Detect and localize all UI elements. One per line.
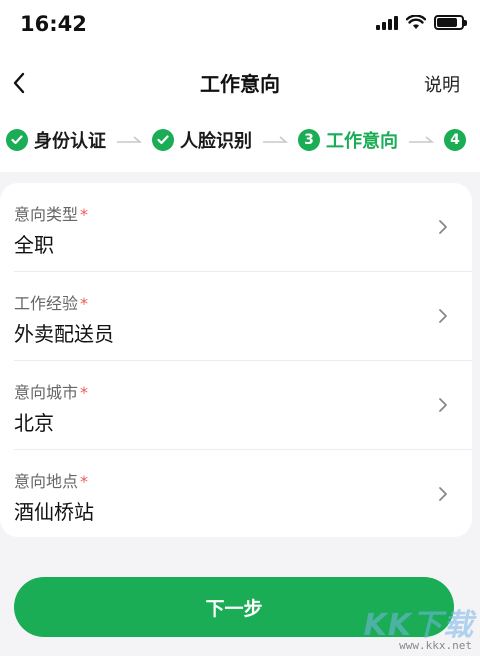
status-time: 16:42 xyxy=(20,12,87,36)
wifi-icon xyxy=(406,15,426,29)
step-label: 工作意向 xyxy=(326,131,398,152)
required-mark: * xyxy=(80,294,89,313)
help-link[interactable]: 说明 xyxy=(424,71,460,97)
page-title: 工作意向 xyxy=(200,72,280,96)
chevron-right-icon xyxy=(439,398,447,412)
step-number: 3 xyxy=(298,129,320,151)
required-mark: * xyxy=(80,205,89,224)
step-job-intent: 3 工作意向 xyxy=(298,127,398,153)
watermark-url: www.kkx.net xyxy=(399,639,472,652)
check-icon xyxy=(6,129,28,151)
chevron-right-icon xyxy=(439,309,447,323)
step-number: 4 xyxy=(444,129,466,151)
watermark-logo: KK下载 xyxy=(363,608,474,643)
required-mark: * xyxy=(80,472,89,491)
signal-icon xyxy=(376,15,398,30)
field-label: 工作经验 * xyxy=(14,294,89,313)
field-work-experience[interactable]: 工作经验 * 外卖配送员 xyxy=(14,272,458,360)
step-indicator: 身份认证 人脸识别 3 工作意向 4 xyxy=(6,127,480,153)
arrow-right-icon xyxy=(117,136,142,143)
battery-icon xyxy=(434,15,467,30)
chevron-right-icon xyxy=(439,487,447,501)
step-label: 身份认证 xyxy=(34,131,106,152)
watermark: KK下载 www.kkx.net xyxy=(360,600,478,652)
field-value: 酒仙桥站 xyxy=(14,500,94,524)
field-label: 意向类型 * xyxy=(14,205,89,224)
arrow-right-icon xyxy=(409,136,434,143)
field-value: 全职 xyxy=(14,233,54,257)
field-value: 外卖配送员 xyxy=(14,322,114,346)
status-icons xyxy=(376,15,467,30)
form-card: 意向类型 * 全职 工作经验 * 外卖配送员 意向城市 * 北京 意向地点 * 酒仙桥站 xyxy=(0,183,472,537)
chevron-right-icon xyxy=(439,220,447,234)
field-city[interactable]: 意向城市 * 北京 xyxy=(14,361,458,449)
check-icon xyxy=(152,129,174,151)
step-label: 人脸识别 xyxy=(180,131,252,152)
step-identity: 身份认证 xyxy=(6,127,106,153)
field-label: 意向城市 * xyxy=(14,383,89,402)
field-value: 北京 xyxy=(14,411,54,435)
field-label: 意向地点 * xyxy=(14,472,89,491)
required-mark: * xyxy=(80,383,89,402)
field-job-type[interactable]: 意向类型 * 全职 xyxy=(14,183,458,271)
step-four: 4 xyxy=(444,129,472,151)
step-face: 人脸识别 xyxy=(152,127,252,153)
arrow-right-icon xyxy=(263,136,288,143)
field-location[interactable]: 意向地点 * 酒仙桥站 xyxy=(14,450,458,538)
